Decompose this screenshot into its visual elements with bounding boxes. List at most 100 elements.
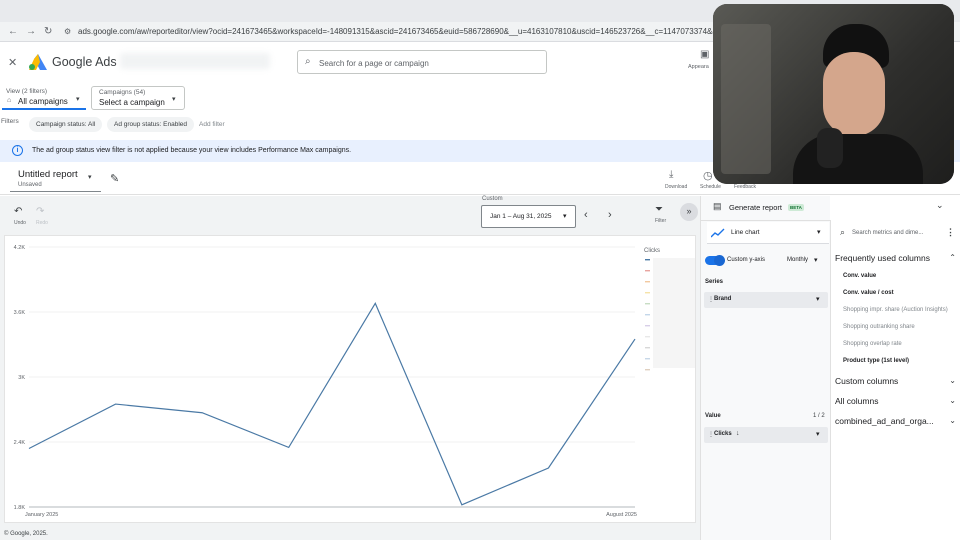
- chevron-up-icon[interactable]: ⌃: [949, 253, 956, 262]
- report-status: Unsaved: [18, 182, 42, 188]
- legend-swatch[interactable]: [645, 303, 650, 305]
- generate-report-icon: ▤: [713, 201, 722, 211]
- custom-y-axis-toggle[interactable]: [705, 255, 725, 266]
- x-tick-label: August 2025: [606, 512, 637, 518]
- sort-descending-icon[interactable]: ↓: [736, 430, 740, 437]
- undo-icon[interactable]: ↶: [14, 206, 22, 217]
- filter-chip-ad-group-status[interactable]: Ad group status: Enabled: [107, 117, 194, 132]
- y-tick-label: 1.8K: [14, 505, 26, 511]
- info-message: The ad group status view filter is not a…: [32, 147, 352, 154]
- feedback-label[interactable]: Feedback: [734, 184, 756, 190]
- filter-icon[interactable]: ⏷: [655, 204, 663, 215]
- all-columns-section[interactable]: All columns: [835, 396, 878, 406]
- chevron-down-icon: ▾: [563, 213, 567, 220]
- columns-panel: ⌕ Search metrics and dime... ⋮ Frequentl…: [830, 220, 960, 540]
- site-info-icon[interactable]: ⚙: [64, 27, 71, 36]
- legend-swatch[interactable]: [645, 314, 650, 316]
- value-field-value: Clicks: [714, 431, 732, 437]
- y-tick-label: 2.4K: [14, 440, 26, 446]
- report-title: Untitled report: [18, 169, 78, 180]
- add-filter-button[interactable]: Add filter: [199, 121, 225, 128]
- chevron-down-icon: ▾: [88, 174, 92, 181]
- next-period-icon[interactable]: ›: [608, 209, 612, 221]
- series-field-brand[interactable]: ⋮ Brand ▾: [704, 292, 828, 308]
- view-selector-value: All campaigns: [18, 97, 68, 106]
- report-title-field[interactable]: Untitled report Unsaved ▾: [10, 164, 101, 192]
- reload-icon[interactable]: ↻: [44, 26, 52, 37]
- date-range-value: Jan 1 – Aug 31, 2025: [490, 213, 552, 220]
- columns-search-input[interactable]: Search metrics and dime...: [852, 230, 923, 236]
- view-selector[interactable]: View (2 filters) ⌂ All campaigns ▾: [2, 86, 86, 110]
- google-ads-logo-icon: [29, 54, 47, 70]
- frequent-columns-heading[interactable]: Frequently used columns: [835, 253, 930, 263]
- search-input[interactable]: ⌕ Search for a page or campaign: [297, 50, 547, 74]
- legend-swatch[interactable]: [645, 347, 650, 349]
- series-label: Series: [705, 279, 724, 285]
- combined-columns-section[interactable]: combined_ad_and_orga...: [835, 416, 934, 426]
- column-item[interactable]: Product type (1st level): [843, 358, 909, 364]
- microphone: [817, 128, 843, 168]
- series-line-clicks[interactable]: [28, 302, 636, 506]
- x-tick-label: January 2025: [25, 512, 58, 518]
- search-icon: ⌕: [840, 227, 846, 237]
- campaign-selector[interactable]: Campaigns (54) Select a campaign ▾: [91, 86, 185, 110]
- legend-swatch[interactable]: [645, 325, 650, 327]
- y-tick-label: 3K: [18, 375, 25, 381]
- column-item[interactable]: Conv. value: [843, 273, 876, 279]
- back-icon[interactable]: ←: [8, 26, 18, 37]
- filter-chip-campaign-status[interactable]: Campaign status: All: [29, 117, 103, 132]
- date-range-picker[interactable]: Jan 1 – Aug 31, 2025 ▾: [481, 205, 576, 228]
- search-icon: ⌕: [305, 56, 311, 67]
- legend-swatch[interactable]: [645, 292, 650, 294]
- legend-swatch[interactable]: [645, 358, 650, 360]
- custom-columns-section[interactable]: Custom columns: [835, 376, 898, 386]
- interval-selector[interactable]: Monthly: [787, 257, 808, 263]
- appearance-label[interactable]: Appeara: [688, 64, 709, 70]
- legend-swatch[interactable]: [645, 259, 650, 261]
- legend-blurred-labels: [653, 258, 695, 368]
- chart-type-selector[interactable]: Line chart ▾: [707, 222, 829, 244]
- schedule-icon[interactable]: ◷: [703, 169, 713, 182]
- edit-pencil-icon[interactable]: ✎: [110, 172, 119, 185]
- previous-period-icon[interactable]: ‹: [584, 209, 588, 221]
- chevron-down-icon: ▾: [172, 96, 176, 103]
- legend-swatch[interactable]: [645, 369, 650, 371]
- download-label[interactable]: Download: [665, 184, 687, 190]
- filters-label: Filters: [1, 118, 19, 125]
- chevron-down-icon: ▾: [817, 229, 821, 236]
- line-chart: 1.8K 2.4K 3K 3.6K 4.2K January 2025 August 202…: [14, 245, 695, 518]
- expand-panel-icon[interactable]: »: [680, 203, 698, 221]
- beta-badge: BETA: [788, 204, 804, 211]
- schedule-label[interactable]: Schedule: [700, 184, 721, 190]
- collapse-panel-icon[interactable]: ⌄: [936, 200, 944, 211]
- close-tools-icon[interactable]: ✕: [8, 56, 17, 69]
- account-name-blurred: [120, 53, 270, 69]
- chevron-down-icon[interactable]: ⌄: [949, 416, 956, 425]
- legend-swatch[interactable]: [645, 270, 650, 272]
- undo-label[interactable]: Undo: [14, 220, 26, 226]
- chevron-down-icon[interactable]: ⌄: [949, 396, 956, 405]
- campaign-selector-value: Select a campaign: [99, 98, 165, 107]
- column-item[interactable]: Conv. value / cost: [843, 290, 894, 296]
- redo-label: Redo: [36, 220, 48, 226]
- legend-swatch[interactable]: [645, 336, 650, 338]
- appearance-icon[interactable]: ▣: [700, 49, 709, 60]
- value-field-clicks[interactable]: ⋮ Clicks ↓ ▾: [704, 427, 828, 443]
- view-selector-caption: View (2 filters): [6, 88, 48, 95]
- more-options-icon[interactable]: ⋮: [946, 227, 955, 238]
- chevron-down-icon: ▾: [816, 431, 820, 438]
- chart-settings-panel: ▤ Generate report BETA Line chart ▾ Cust…: [700, 196, 831, 540]
- forward-icon[interactable]: →: [26, 26, 36, 37]
- url-text[interactable]: ads.google.com/aw/reporteditor/view?ocid…: [78, 27, 718, 36]
- custom-y-axis-label: Custom y-axis: [727, 257, 766, 263]
- legend-swatch[interactable]: [645, 281, 650, 283]
- redo-icon: ↷: [36, 206, 45, 217]
- search-placeholder: Search for a page or campaign: [319, 59, 429, 68]
- info-icon: i: [12, 145, 23, 156]
- y-tick-label: 3.6K: [14, 310, 26, 316]
- filter-label[interactable]: Filter: [655, 218, 666, 224]
- generate-report-label[interactable]: Generate report: [729, 203, 782, 212]
- series-field-value: Brand: [714, 296, 732, 302]
- chevron-down-icon[interactable]: ⌄: [949, 376, 956, 385]
- download-icon[interactable]: ⤓: [669, 169, 673, 180]
